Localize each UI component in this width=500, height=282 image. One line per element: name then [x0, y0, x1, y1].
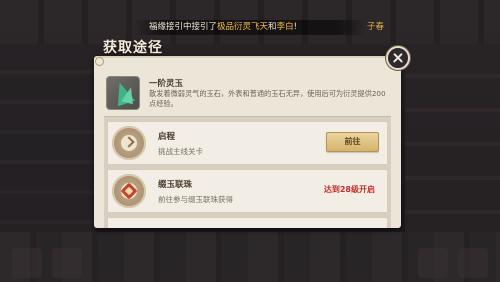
- chevron-badge-icon: [112, 126, 146, 160]
- source-row-zhuiyu: 缀玉联珠 前往参与缀玉联珠获得 达到28级开启: [107, 169, 388, 213]
- broadcast-highlight-1: 极品衍灵: [217, 22, 252, 32]
- source-list: 启程 挑战主线关卡 前往 缀玉联珠 前往参与缀玉联珠获得 达到28级开启: [104, 116, 391, 228]
- background-tile: [418, 248, 448, 278]
- unlock-requirement: 达到28级开启: [323, 185, 375, 194]
- goto-button[interactable]: 前往: [326, 132, 379, 152]
- item-description: 散发着微弱灵气的玉石，外表和普通的玉石无异，使用后可为衍灵提供200点经验。: [149, 89, 386, 108]
- background-tile: [458, 248, 488, 278]
- source-description: 挑战主线关卡: [158, 147, 203, 156]
- background-tile: [12, 248, 42, 278]
- item-header: 一阶灵玉 散发着微弱灵气的玉石，外表和普通的玉石无异，使用后可为衍灵提供200点…: [94, 60, 401, 114]
- acquisition-panel: 一阶灵玉 散发着微弱灵气的玉石，外表和普通的玉石无异，使用后可为衍灵提供200点…: [94, 56, 401, 228]
- broadcast-conj: 和: [268, 22, 277, 32]
- broadcast-highlight-2: 李白: [276, 22, 294, 32]
- background-left-column: [0, 44, 95, 234]
- background-tile: [52, 248, 82, 278]
- source-row-qicheng: 启程 挑战主线关卡 前往: [107, 121, 388, 165]
- broadcast-suffix: !: [293, 22, 297, 32]
- item-name: 一阶灵玉: [149, 79, 184, 89]
- jade-gem-icon: [106, 76, 140, 110]
- broadcast-tail: 子春: [367, 22, 385, 32]
- close-icon[interactable]: [386, 46, 410, 70]
- broadcast-ticker: 福缘接引中接引了极品衍灵飞天和李白!: [135, 20, 365, 35]
- source-description: 前往参与缀玉联珠获得: [158, 195, 233, 204]
- panel-title: 获取途径: [103, 40, 163, 56]
- broadcast-prefix: 福缘接引中接引了: [149, 22, 218, 32]
- knot-badge-icon: [112, 174, 146, 208]
- source-title: 启程: [158, 132, 176, 142]
- source-title: 缀玉联珠: [158, 180, 193, 190]
- source-row-partial: [107, 217, 388, 228]
- background-right-column: [405, 44, 500, 234]
- broadcast-mid: 飞天: [251, 22, 269, 32]
